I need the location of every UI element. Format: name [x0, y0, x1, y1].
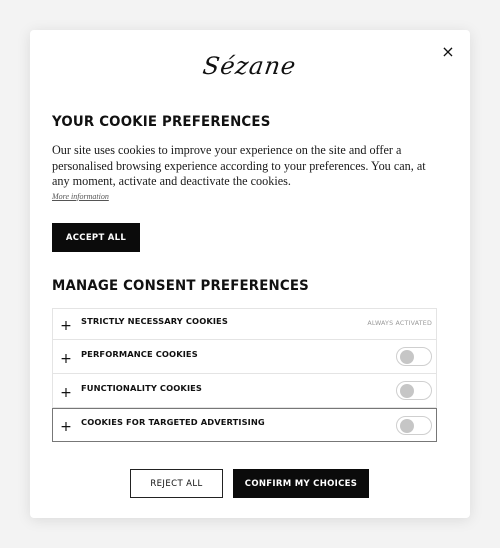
accept-all-button[interactable]: ACCEPT ALL	[52, 223, 140, 252]
cookie-description: Our site uses cookies to improve your ex…	[52, 143, 426, 188]
consent-row-performance[interactable]: + PERFORMANCE COOKIES	[52, 340, 437, 374]
consent-label: COOKIES FOR TARGETED ADVERTISING	[81, 417, 265, 427]
always-activated-status: ALWAYS ACTIVATED	[367, 320, 432, 327]
plus-icon[interactable]: +	[54, 420, 78, 434]
confirm-choices-button[interactable]: CONFIRM MY CHOICES	[233, 469, 369, 498]
plus-icon[interactable]: +	[54, 386, 78, 400]
toggle-knob	[400, 384, 414, 398]
performance-toggle[interactable]	[396, 347, 432, 366]
consent-list: + STRICTLY NECESSARY COOKIES ALWAYS ACTI…	[52, 308, 437, 442]
manage-consent-title: MANAGE CONSENT PREFERENCES	[52, 278, 309, 294]
targeted-advertising-toggle[interactable]	[396, 416, 432, 435]
brand-logo: Sézane	[200, 48, 300, 84]
functionality-toggle[interactable]	[396, 381, 432, 400]
modal-title: YOUR COOKIE PREFERENCES	[52, 114, 271, 130]
toggle-knob	[400, 350, 414, 364]
plus-icon[interactable]: +	[54, 319, 78, 333]
logo-text: Sézane	[201, 52, 299, 80]
plus-icon[interactable]: +	[54, 352, 78, 366]
close-icon[interactable]: ×	[438, 42, 458, 62]
toggle-knob	[400, 419, 414, 433]
consent-label: FUNCTIONALITY COOKIES	[81, 382, 202, 393]
cookie-consent-modal: × Sézane YOUR COOKIE PREFERENCES Our sit…	[30, 30, 470, 518]
reject-all-button[interactable]: REJECT ALL	[130, 469, 223, 498]
consent-label: STRICTLY NECESSARY COOKIES	[81, 316, 228, 326]
consent-row-strictly-necessary[interactable]: + STRICTLY NECESSARY COOKIES ALWAYS ACTI…	[52, 308, 437, 340]
more-information-link[interactable]: More information	[52, 192, 109, 201]
consent-label: PERFORMANCE COOKIES	[81, 348, 198, 359]
consent-row-functionality[interactable]: + FUNCTIONALITY COOKIES	[52, 374, 437, 408]
consent-row-targeted-advertising[interactable]: + COOKIES FOR TARGETED ADVERTISING	[52, 408, 437, 442]
